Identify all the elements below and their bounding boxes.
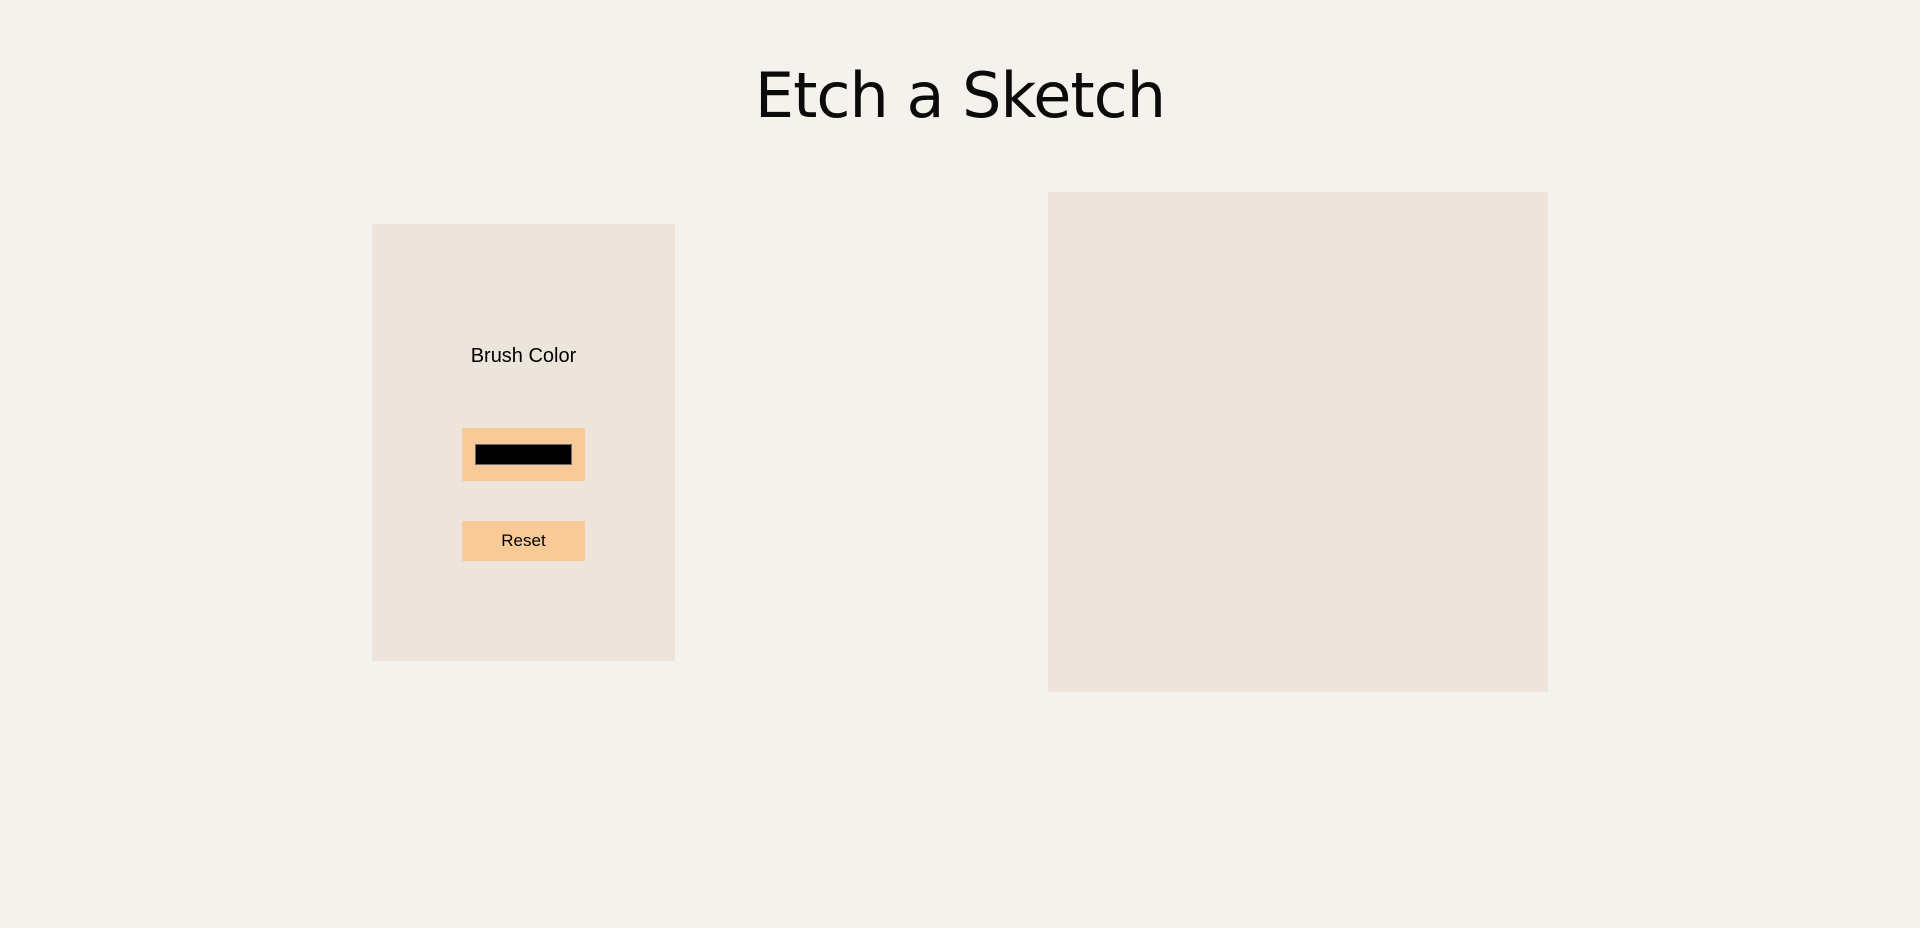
reset-button[interactable]: Reset — [462, 521, 585, 561]
control-panel: Brush Color Reset — [372, 224, 675, 661]
page-title: Etch a Sketch — [754, 59, 1166, 132]
brush-color-swatch[interactable] — [475, 444, 572, 465]
sketch-canvas[interactable] — [1048, 192, 1548, 692]
brush-color-label: Brush Color — [470, 345, 577, 367]
brush-color-picker[interactable] — [462, 428, 585, 481]
